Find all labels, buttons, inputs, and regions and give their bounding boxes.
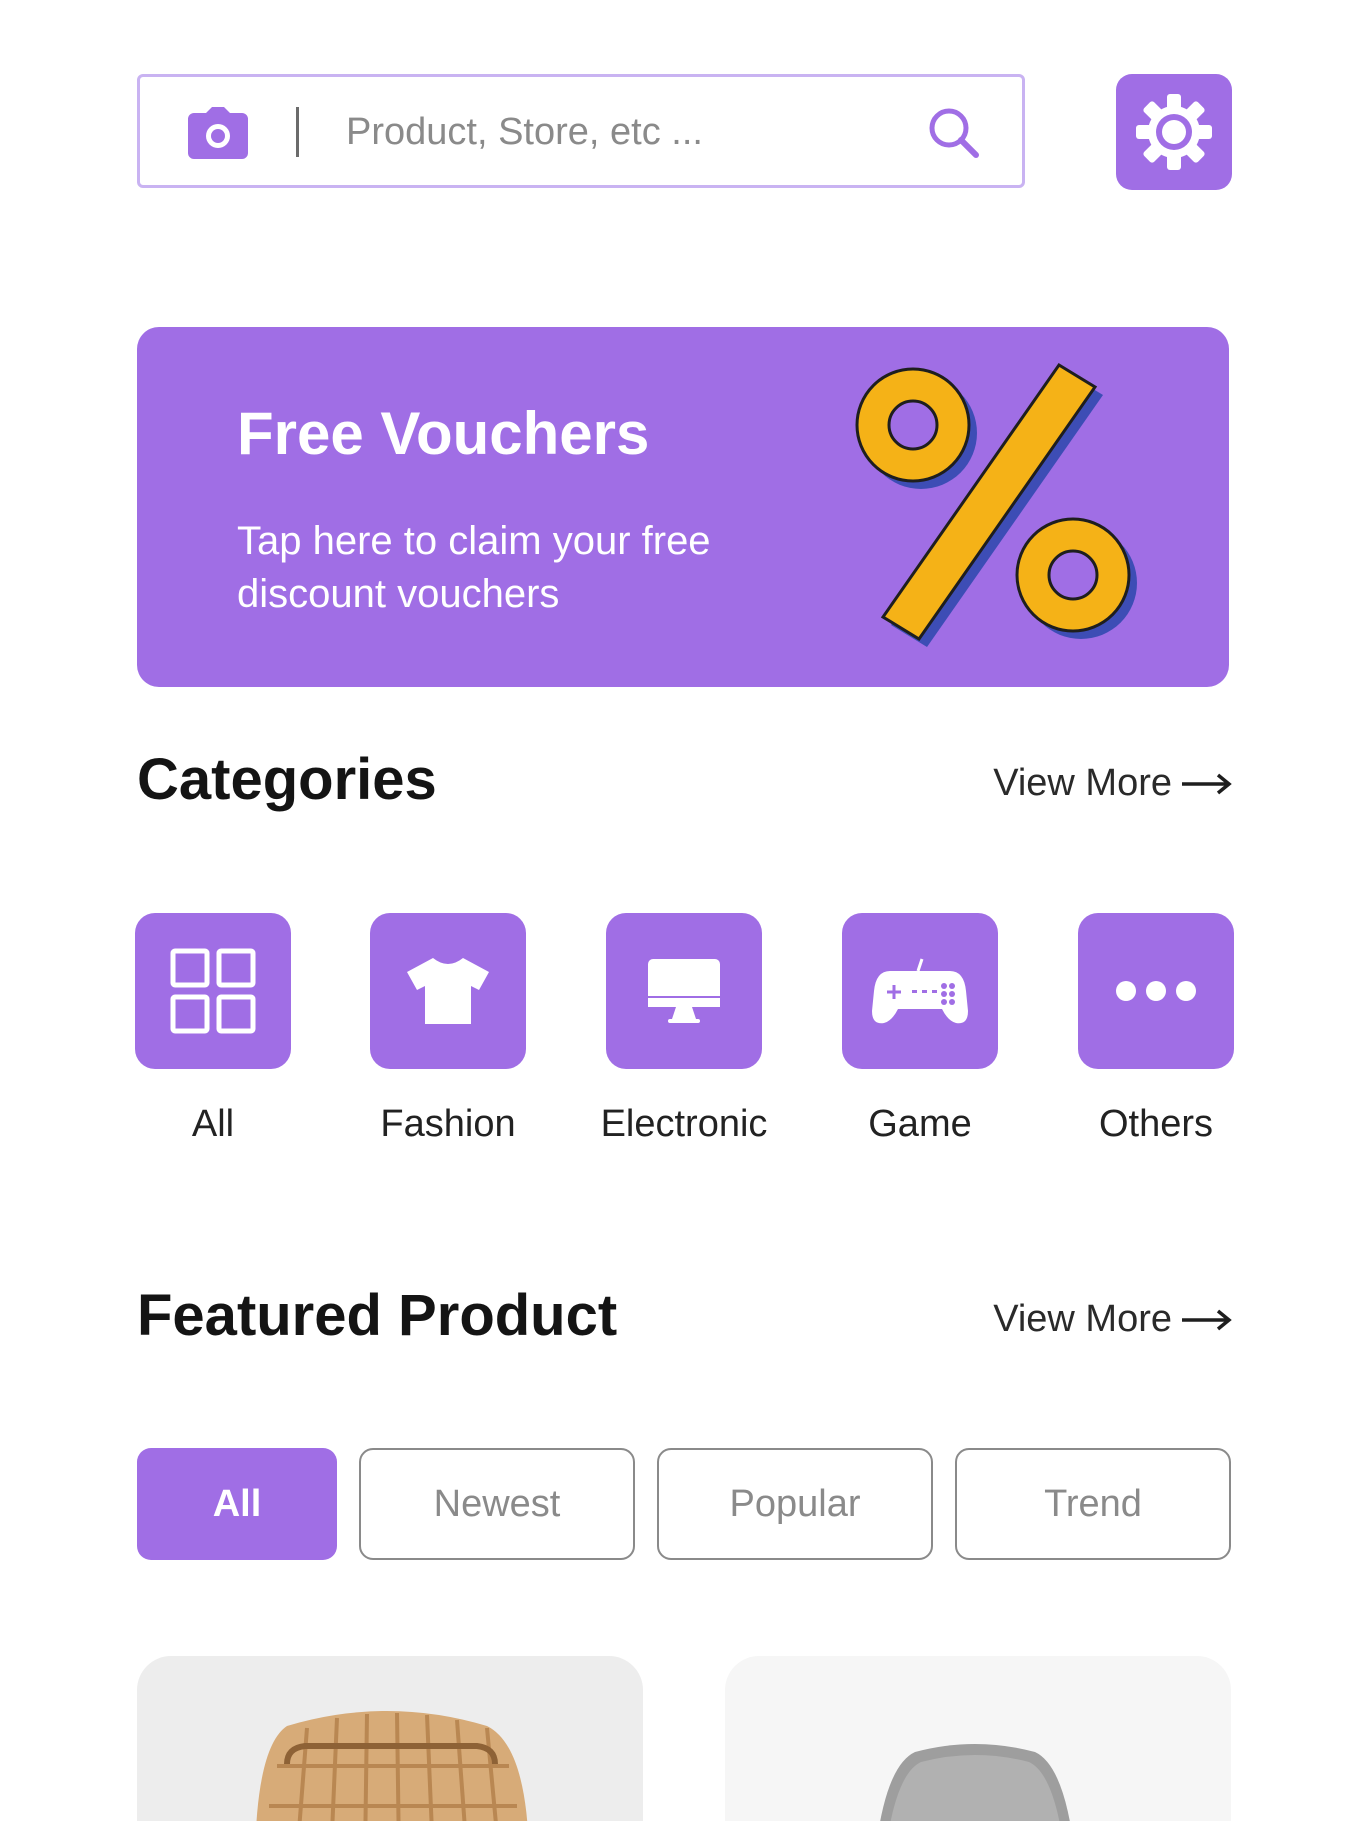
monitor-icon	[648, 959, 720, 1023]
gear-icon	[1136, 94, 1212, 170]
product-image-rattan-chair	[256, 1711, 528, 1821]
more-dots-icon	[1116, 981, 1196, 1001]
product-image-gray-chair	[880, 1744, 1070, 1821]
product-card[interactable]	[137, 1656, 643, 1821]
tshirt-icon	[407, 958, 489, 1024]
arrow-right-icon	[1182, 773, 1232, 794]
category-fashion[interactable]: Fashion	[370, 913, 526, 1146]
search-bar[interactable]	[137, 74, 1025, 188]
banner-title: Free Vouchers	[237, 400, 650, 467]
category-electronic[interactable]: Electronic	[601, 913, 767, 1146]
category-all[interactable]: All	[135, 913, 291, 1146]
featured-view-more-link[interactable]: View More	[993, 1298, 1232, 1341]
view-more-label: View More	[993, 1298, 1172, 1340]
view-more-label: View More	[993, 762, 1172, 804]
filter-newest[interactable]: Newest	[359, 1448, 635, 1560]
filter-trend[interactable]: Trend	[955, 1448, 1231, 1560]
categories-view-more-link[interactable]: View More	[993, 762, 1232, 805]
grid-icon	[170, 948, 256, 1034]
free-vouchers-banner[interactable]: Free Vouchers Tap here to claim your fre…	[137, 327, 1229, 687]
category-tile[interactable]	[135, 913, 291, 1069]
arrow-right-icon	[1182, 1309, 1232, 1330]
category-tile[interactable]	[842, 913, 998, 1069]
category-tile[interactable]	[606, 913, 762, 1069]
featured-title: Featured Product	[137, 1283, 618, 1348]
category-label: Electronic	[600, 1103, 768, 1145]
filter-all[interactable]: All	[137, 1448, 337, 1560]
category-tile[interactable]	[1078, 913, 1234, 1069]
category-label: Game	[868, 1103, 972, 1145]
filter-popular[interactable]: Popular	[657, 1448, 933, 1560]
settings-button[interactable]	[1116, 74, 1232, 190]
banner-subtitle: Tap here to claim your free discount vou…	[237, 519, 711, 616]
category-label: All	[191, 1103, 235, 1145]
category-label: Others	[1098, 1103, 1214, 1145]
category-game[interactable]: Game	[842, 913, 998, 1146]
category-tile[interactable]	[370, 913, 526, 1069]
categories-title: Categories	[137, 747, 437, 812]
search-icon[interactable]	[926, 105, 982, 161]
category-others[interactable]: Others	[1078, 913, 1234, 1146]
gamepad-icon	[872, 958, 968, 1024]
product-card[interactable]	[725, 1656, 1231, 1821]
camera-icon[interactable]	[188, 107, 248, 159]
search-input[interactable]	[346, 103, 886, 161]
percent-icon	[855, 362, 1137, 647]
category-label: Fashion	[380, 1103, 516, 1145]
search-divider	[296, 107, 299, 157]
